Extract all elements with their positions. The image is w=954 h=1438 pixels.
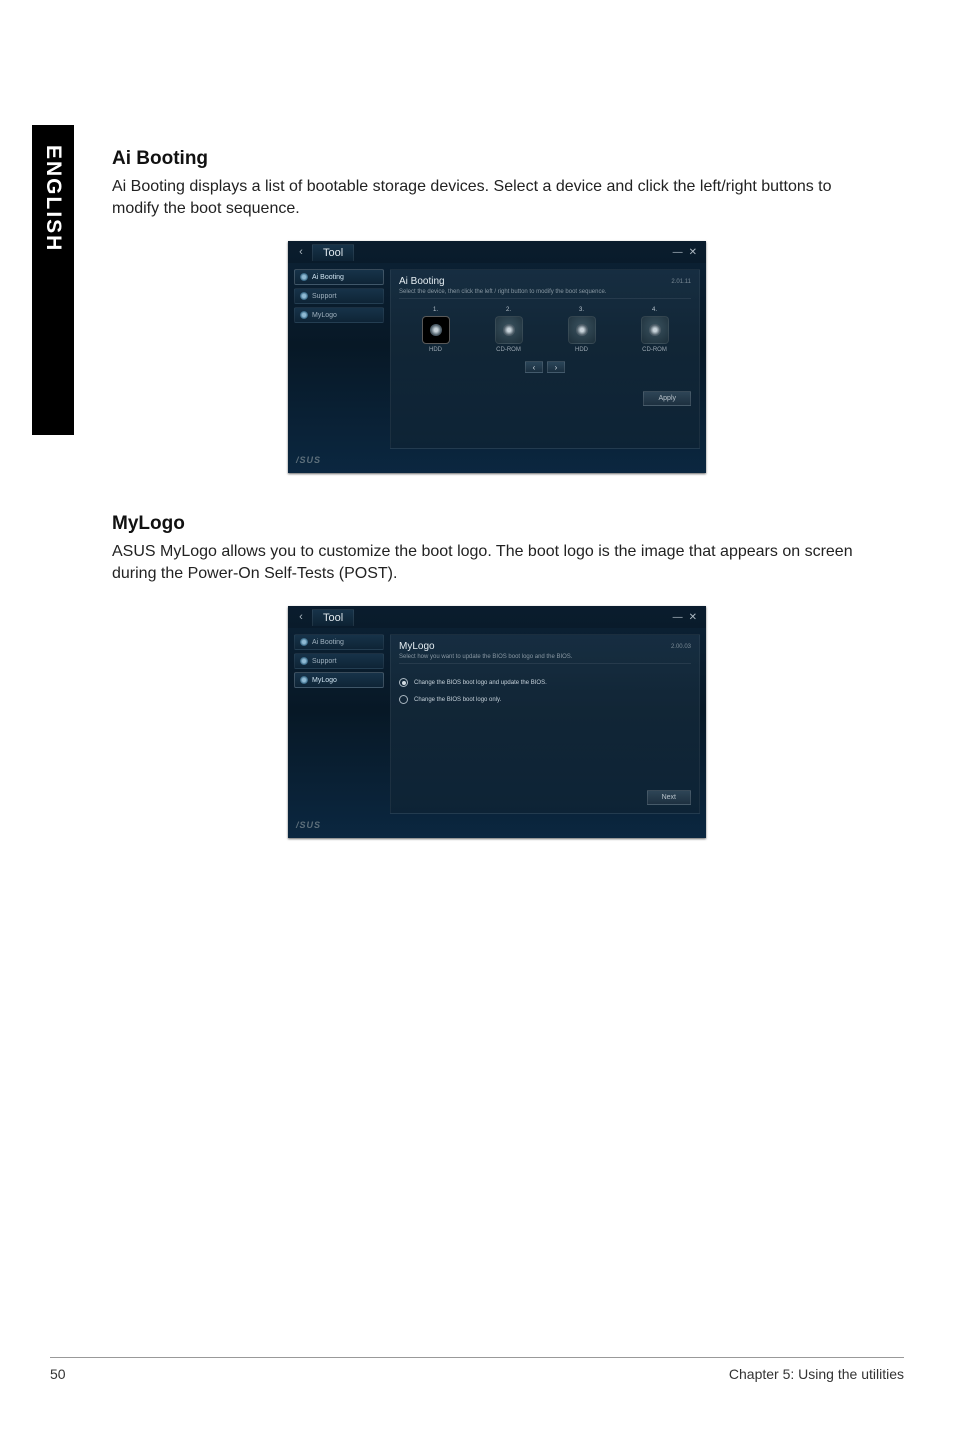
chevron-left-icon: ‹	[299, 246, 303, 258]
page-footer: 50 Chapter 5: Using the utilities	[50, 1357, 904, 1382]
language-side-tab: ENGLISH	[32, 125, 74, 435]
panel-subtitle: Select how you want to update the BIOS b…	[399, 654, 691, 664]
boot-icon	[300, 638, 308, 646]
radio-icon	[399, 695, 408, 704]
brand-logo: /SUS	[288, 453, 706, 465]
boot-device-4[interactable]: 4. CD-ROM	[629, 307, 681, 353]
sidebar-item-support[interactable]: Support	[294, 653, 384, 669]
aibooting-screenshot: ‹ Tool — ✕ Ai Booting Support MyLogo	[288, 241, 706, 473]
apply-button[interactable]: Apply	[643, 391, 691, 406]
move-left-button[interactable]: ‹	[525, 361, 543, 373]
boot-device-2[interactable]: 2. CD-ROM	[483, 307, 535, 353]
device-label: CD-ROM	[496, 347, 521, 353]
titlebar: ‹ Tool — ✕	[288, 241, 706, 263]
tool-tab[interactable]: Tool	[312, 244, 354, 261]
panel-title: Ai Booting	[399, 276, 445, 287]
support-icon	[300, 657, 308, 665]
device-label: HDD	[575, 347, 588, 353]
titlebar: ‹ Tool — ✕	[288, 606, 706, 628]
mylogo-screenshot: ‹ Tool — ✕ Ai Booting Support MyLogo	[288, 606, 706, 838]
back-button[interactable]: ‹	[294, 245, 308, 259]
boot-device-1[interactable]: 1. HDD	[410, 307, 462, 353]
panel-version: 2.01.11	[671, 279, 691, 285]
sidebar-item-aibooting[interactable]: Ai Booting	[294, 269, 384, 285]
close-button[interactable]: ✕	[686, 612, 700, 623]
sidebar-item-label: Support	[312, 658, 337, 665]
sidebar-item-support[interactable]: Support	[294, 288, 384, 304]
sidebar: Ai Booting Support MyLogo	[294, 634, 384, 814]
device-number: 2.	[506, 307, 511, 313]
panel-version: 2.00.03	[671, 644, 691, 650]
minimize-button[interactable]: —	[670, 612, 686, 623]
page-content: Ai Booting Ai Booting displays a list of…	[112, 148, 882, 878]
sidebar-item-label: Ai Booting	[312, 639, 344, 646]
support-icon	[300, 292, 308, 300]
sidebar-item-mylogo[interactable]: MyLogo	[294, 672, 384, 688]
sidebar-item-aibooting[interactable]: Ai Booting	[294, 634, 384, 650]
sidebar-item-mylogo[interactable]: MyLogo	[294, 307, 384, 323]
device-number: 4.	[652, 307, 657, 313]
boot-icon	[300, 273, 308, 281]
mylogo-icon	[300, 676, 308, 684]
radio-icon	[399, 678, 408, 687]
device-label: HDD	[429, 347, 442, 353]
device-label: CD-ROM	[642, 347, 667, 353]
cdrom-icon	[495, 316, 523, 344]
radio-option-logo-only[interactable]: Change the BIOS boot logo only.	[399, 695, 691, 704]
tool-tab[interactable]: Tool	[312, 609, 354, 626]
mylogo-icon	[300, 311, 308, 319]
radio-label: Change the BIOS boot logo only.	[414, 697, 501, 703]
panel-subtitle: Select the device, then click the left /…	[399, 289, 691, 299]
sidebar: Ai Booting Support MyLogo	[294, 269, 384, 449]
panel-title: MyLogo	[399, 641, 435, 652]
aibooting-description: Ai Booting displays a list of bootable s…	[112, 176, 882, 219]
device-number: 1.	[433, 307, 438, 313]
hdd-icon	[422, 316, 450, 344]
move-right-button[interactable]: ›	[547, 361, 565, 373]
chevron-left-icon: ‹	[299, 611, 303, 623]
mylogo-description: ASUS MyLogo allows you to customize the …	[112, 541, 882, 584]
page-number: 50	[50, 1366, 66, 1382]
next-button[interactable]: Next	[647, 790, 691, 805]
device-row: 1. HDD 2. CD-ROM 3. HDD	[399, 307, 691, 353]
aibooting-panel: Ai Booting 2.01.11 Select the device, th…	[390, 269, 700, 449]
radio-group: Change the BIOS boot logo and update the…	[399, 678, 691, 704]
sidebar-item-label: MyLogo	[312, 677, 337, 684]
mylogo-panel: MyLogo 2.00.03 Select how you want to up…	[390, 634, 700, 814]
mylogo-heading: MyLogo	[112, 513, 882, 535]
device-number: 3.	[579, 307, 584, 313]
sidebar-item-label: MyLogo	[312, 312, 337, 319]
chapter-label: Chapter 5: Using the utilities	[729, 1366, 904, 1382]
hdd-icon	[568, 316, 596, 344]
back-button[interactable]: ‹	[294, 610, 308, 624]
sidebar-item-label: Ai Booting	[312, 274, 344, 281]
boot-device-3[interactable]: 3. HDD	[556, 307, 608, 353]
close-button[interactable]: ✕	[686, 247, 700, 258]
minimize-button[interactable]: —	[670, 247, 686, 258]
radio-label: Change the BIOS boot logo and update the…	[414, 680, 547, 686]
brand-logo: /SUS	[288, 818, 706, 830]
language-label: ENGLISH	[41, 145, 65, 252]
cdrom-icon	[641, 316, 669, 344]
radio-option-update-bios[interactable]: Change the BIOS boot logo and update the…	[399, 678, 691, 687]
sidebar-item-label: Support	[312, 293, 337, 300]
aibooting-heading: Ai Booting	[112, 148, 882, 170]
